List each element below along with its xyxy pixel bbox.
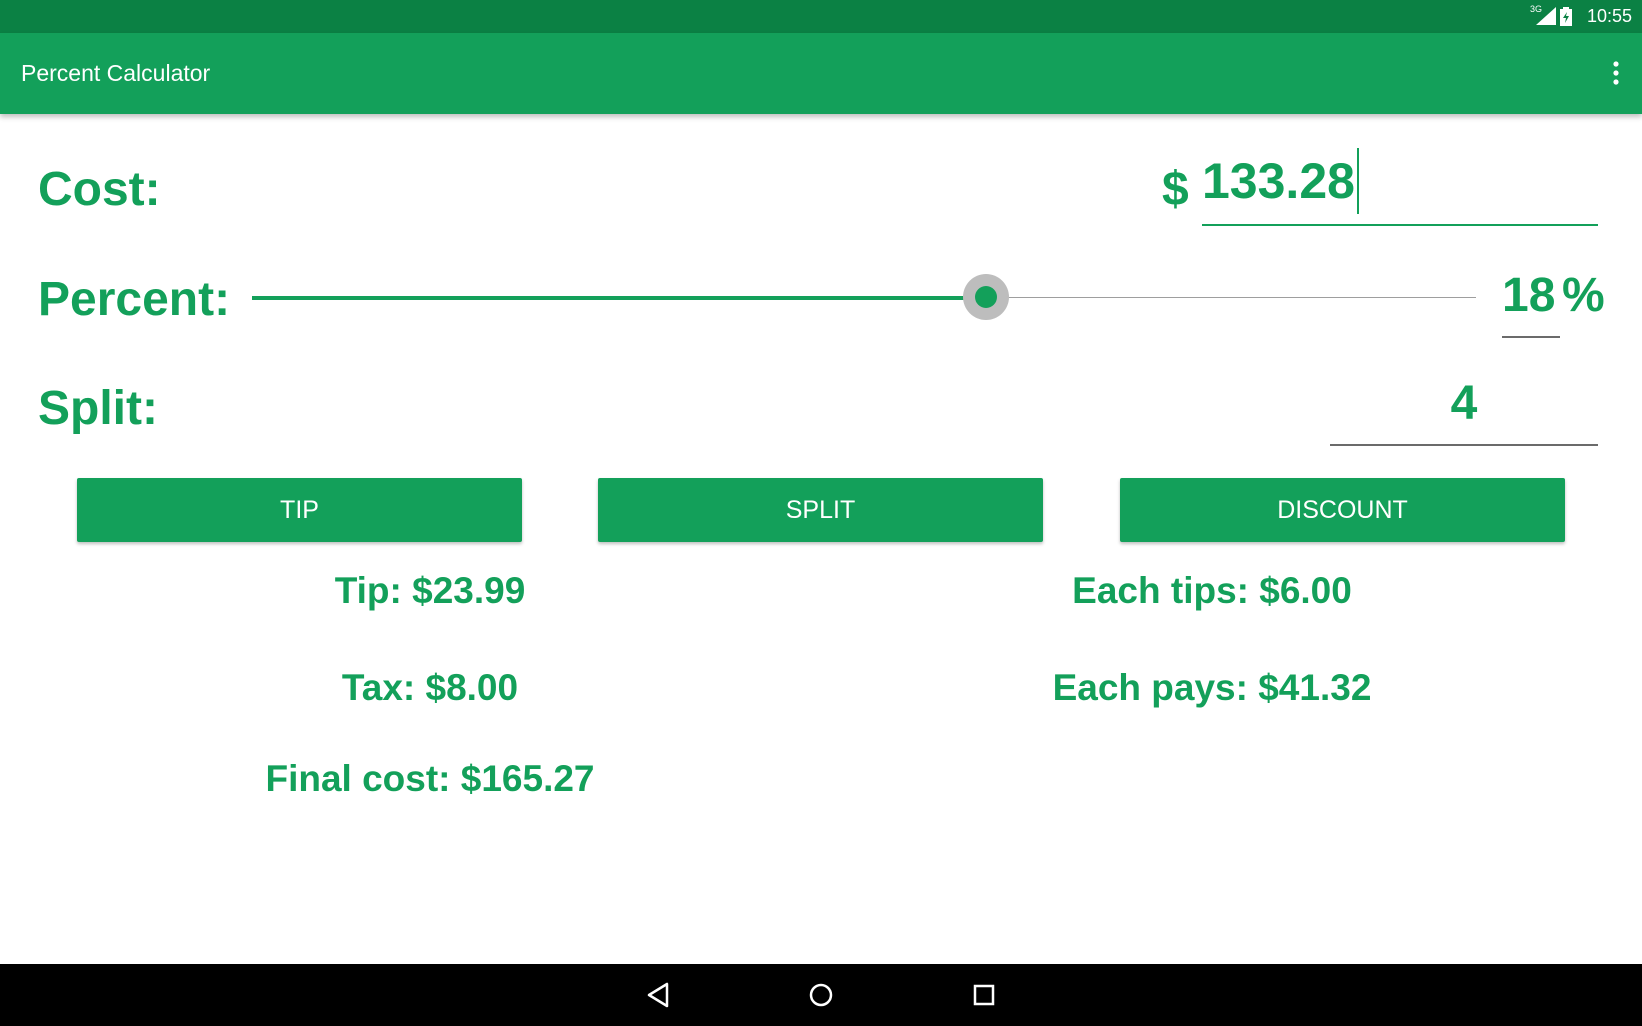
navigation-bar	[0, 964, 1642, 1026]
split-button[interactable]: SPLIT	[598, 478, 1043, 542]
tip-result: Tip: $23.99	[334, 570, 526, 611]
back-icon[interactable]	[641, 978, 675, 1012]
percent-symbol: %	[1562, 269, 1605, 322]
overflow-menu-icon[interactable]	[1612, 59, 1620, 87]
tax-result: Tax: $8.00	[341, 667, 519, 708]
tip-button[interactable]: TIP	[77, 478, 522, 542]
cost-value: 133.28	[1202, 153, 1355, 209]
slider-thumb[interactable]	[975, 286, 997, 308]
split-value: 4	[1450, 377, 1478, 430]
status-bar: 3G 10:55	[0, 0, 1642, 33]
each-tips-result: Each tips: $6.00	[1072, 570, 1352, 611]
final-cost-result: Final cost: $165.27	[265, 758, 595, 799]
percent-value: 18	[1502, 269, 1556, 322]
percent-label: Percent:	[38, 273, 231, 326]
slider-fill	[252, 296, 986, 300]
split-label: Split:	[38, 382, 158, 435]
app-title: Percent Calculator	[21, 60, 211, 86]
app-bar: Percent Calculator	[0, 33, 1642, 114]
signal-icon	[1536, 7, 1556, 25]
percent-slider[interactable]	[252, 272, 1476, 324]
cost-label: Cost:	[38, 163, 161, 216]
text-cursor	[1356, 148, 1359, 214]
percent-input[interactable]: 18	[1502, 262, 1560, 338]
home-icon[interactable]	[804, 978, 838, 1012]
each-pays-result: Each pays: $41.32	[1052, 667, 1372, 708]
currency-symbol: $	[1162, 163, 1189, 216]
cost-input[interactable]: 133.28	[1202, 148, 1598, 226]
discount-button[interactable]: DISCOUNT	[1120, 478, 1565, 542]
recents-icon[interactable]	[967, 978, 1001, 1012]
battery-icon	[1560, 7, 1572, 26]
split-input[interactable]: 4	[1330, 372, 1598, 446]
status-time: 10:55	[1586, 6, 1632, 26]
